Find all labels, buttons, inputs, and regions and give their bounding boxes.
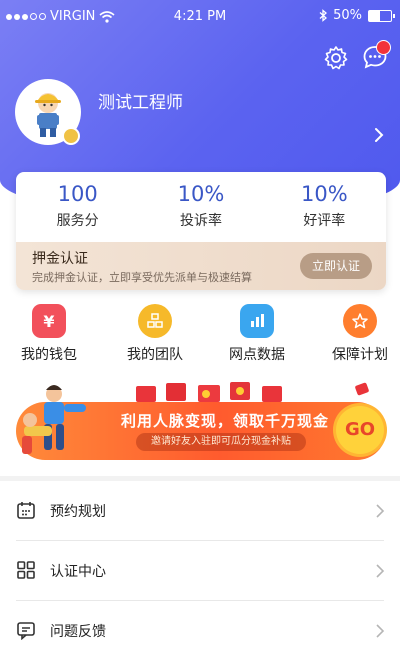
banner-title: 利用人脉变现，领取千万现金 xyxy=(120,412,329,430)
battery-icon xyxy=(368,9,395,22)
stat-label: 好评率 xyxy=(303,213,346,229)
stat-value: 100 xyxy=(57,182,98,206)
quick-action-team[interactable]: 我的团队 xyxy=(110,304,200,364)
quick-action-wallet[interactable]: ¥ 我的钱包 xyxy=(4,304,94,364)
star-shield-icon xyxy=(343,304,377,338)
data-chart-icon xyxy=(240,304,274,338)
bluetooth-icon xyxy=(319,9,328,22)
stat-value: 10% xyxy=(177,182,225,206)
chevron-right-icon xyxy=(376,504,385,518)
quick-action-label: 我的钱包 xyxy=(21,347,77,363)
quick-action-label: 保障计划 xyxy=(332,347,388,363)
quick-action-label: 我的团队 xyxy=(127,347,183,363)
menu-item-feedback[interactable]: 问题反馈 xyxy=(0,601,400,661)
quick-action-label: 网点数据 xyxy=(229,347,285,363)
feedback-icon xyxy=(17,622,35,640)
people-illustration xyxy=(22,385,86,454)
status-bar: VIRGIN 4:21 PM 50% xyxy=(0,0,400,34)
deposit-description: 完成押金认证，立即享受优先派单与极速结算 xyxy=(32,271,252,284)
settings-menu: 预约规划 认证中心 问题反馈 xyxy=(0,481,400,661)
stat-complaint-rate[interactable]: 10% 投诉率 xyxy=(139,172,262,242)
menu-item-label: 问题反馈 xyxy=(50,624,106,640)
stats-card: 100 服务分 10% 投诉率 10% 好评率 押金认证 完成押金认证，立即享受… xyxy=(16,172,386,290)
stat-label: 投诉率 xyxy=(179,213,222,229)
status-right: 50% xyxy=(319,8,395,23)
menu-item-label: 预约规划 xyxy=(50,504,106,520)
stats-row: 100 服务分 10% 投诉率 10% 好评率 xyxy=(16,172,386,242)
menu-item-appointment-plan[interactable]: 预约规划 xyxy=(0,481,400,541)
quick-action-protection-plan[interactable]: 保障计划 xyxy=(315,304,400,364)
quick-actions: ¥ 我的钱包 我的团队 网点数据 保障计划 xyxy=(0,304,400,364)
referral-banner[interactable]: 利用人脉变现，领取千万现金 邀请好友入驻即可瓜分现金补贴 GO xyxy=(16,380,386,472)
unread-badge xyxy=(376,40,391,55)
battery-percent: 50% xyxy=(333,8,362,23)
stat-positive-rate[interactable]: 10% 好评率 xyxy=(263,172,386,242)
calendar-icon xyxy=(17,502,35,519)
stat-label: 服务分 xyxy=(56,213,99,229)
messages-button[interactable] xyxy=(362,40,391,71)
menu-item-label: 认证中心 xyxy=(50,564,106,580)
chevron-right-icon[interactable] xyxy=(372,126,386,144)
banner-subtitle: 邀请好友入驻即可瓜分现金补贴 xyxy=(136,433,306,451)
settings-gear-icon[interactable] xyxy=(323,45,349,71)
chevron-right-icon xyxy=(376,564,385,578)
user-name: 测试工程师 xyxy=(98,93,183,113)
menu-item-certification-center[interactable]: 认证中心 xyxy=(0,541,400,601)
deposit-verification-strip: 押金认证 完成押金认证，立即享受优先派单与极速结算 立即认证 xyxy=(16,242,386,290)
grid-icon xyxy=(17,561,35,579)
quick-action-outlet-data[interactable]: 网点数据 xyxy=(212,304,302,364)
wallet-icon: ¥ xyxy=(32,304,66,338)
chevron-right-icon xyxy=(376,624,385,638)
verify-now-button[interactable]: 立即认证 xyxy=(300,253,372,279)
avatar[interactable] xyxy=(15,79,81,145)
go-button[interactable]: GO xyxy=(336,406,384,454)
team-icon xyxy=(138,304,172,338)
verified-badge-icon xyxy=(62,127,80,145)
stat-service-score[interactable]: 100 服务分 xyxy=(16,172,139,242)
deposit-title: 押金认证 xyxy=(32,251,88,267)
stat-value: 10% xyxy=(300,182,348,206)
